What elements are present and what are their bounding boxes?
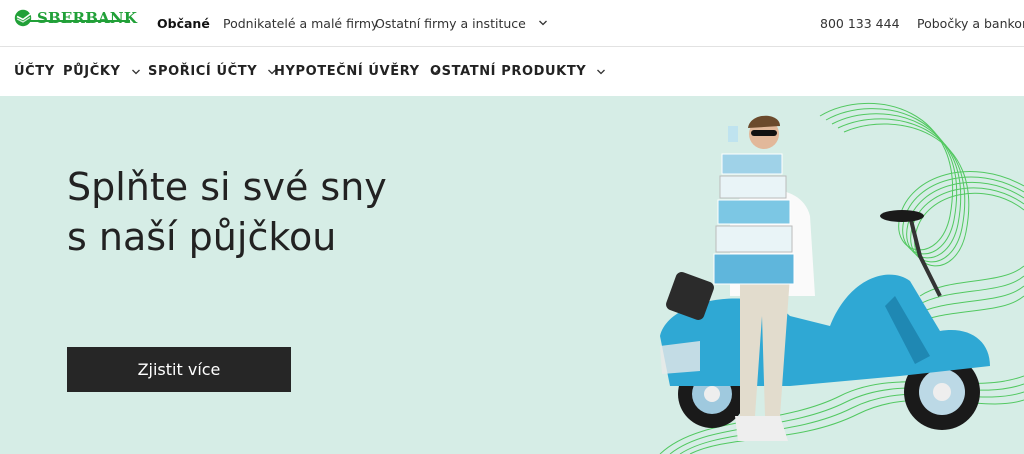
learn-more-button[interactable]: Zjistit více bbox=[67, 347, 291, 392]
chevron-down-icon bbox=[597, 69, 606, 74]
subnav-pujcky[interactable]: PŮJČKY bbox=[63, 47, 141, 96]
subnav-hypotecni-uvery-label: HYPOTEČNÍ ÚVĚRY bbox=[274, 64, 420, 79]
topnav-obcane-label: Občané bbox=[157, 15, 210, 31]
brand-name: SBERBANK bbox=[37, 8, 138, 27]
subnav-ostatni-produkty-label: OSTATNÍ PRODUKTY bbox=[430, 64, 587, 79]
brand-logo[interactable]: SBERBANK bbox=[14, 9, 137, 27]
phone-link[interactable]: 800 133 444 bbox=[820, 0, 900, 46]
hero-illustration bbox=[659, 103, 1024, 454]
hero-title-line-1: Splňte si své sny bbox=[67, 165, 387, 209]
top-bar: SBERBANK Občané Podnikatelé a malé firmy… bbox=[0, 0, 1024, 47]
scooter bbox=[660, 210, 990, 430]
topnav-ostatni-firmy[interactable]: Ostatní firmy a instituce bbox=[375, 0, 548, 46]
topnav-podnikatele[interactable]: Podnikatelé a malé firmy bbox=[223, 0, 378, 46]
chevron-down-icon bbox=[538, 20, 547, 26]
topnav-podnikatele-label: Podnikatelé a malé firmy bbox=[223, 15, 379, 31]
topnav-ostatni-firmy-label: Ostatní firmy a instituce bbox=[375, 15, 526, 31]
brand-underline bbox=[27, 20, 130, 22]
subnav-sporici-ucty[interactable]: SPOŘICÍ ÚČTY bbox=[148, 47, 277, 96]
subnav-ucty[interactable]: ÚČTY bbox=[14, 47, 55, 96]
subnav-ucty-label: ÚČTY bbox=[14, 64, 55, 79]
subnav-ostatni-produkty[interactable]: OSTATNÍ PRODUKTY bbox=[430, 47, 606, 96]
branches-label: Pobočky a bankomaty bbox=[917, 15, 1024, 31]
topnav-obcane[interactable]: Občané bbox=[157, 0, 210, 46]
hero-title: Splňte si své sny s naší půjčkou bbox=[67, 162, 387, 262]
phone-number: 800 133 444 bbox=[820, 15, 900, 31]
hero-banner: Splňte si své sny s naší půjčkou Zjistit… bbox=[0, 96, 1024, 454]
subnav-hypotecni-uvery[interactable]: HYPOTEČNÍ ÚVĚRY bbox=[274, 47, 440, 96]
branches-link[interactable]: Pobočky a bankomaty bbox=[917, 0, 1024, 46]
sberbank-logo-icon bbox=[14, 9, 32, 27]
subnav-sporici-ucty-label: SPOŘICÍ ÚČTY bbox=[148, 64, 258, 79]
product-nav: ÚČTY PŮJČKY SPOŘICÍ ÚČTY HYPOTEČNÍ ÚVĚRY… bbox=[0, 47, 1024, 96]
hero-title-line-2: s naší půjčkou bbox=[67, 215, 337, 259]
subnav-pujcky-label: PŮJČKY bbox=[63, 64, 121, 79]
chevron-down-icon bbox=[131, 69, 140, 74]
